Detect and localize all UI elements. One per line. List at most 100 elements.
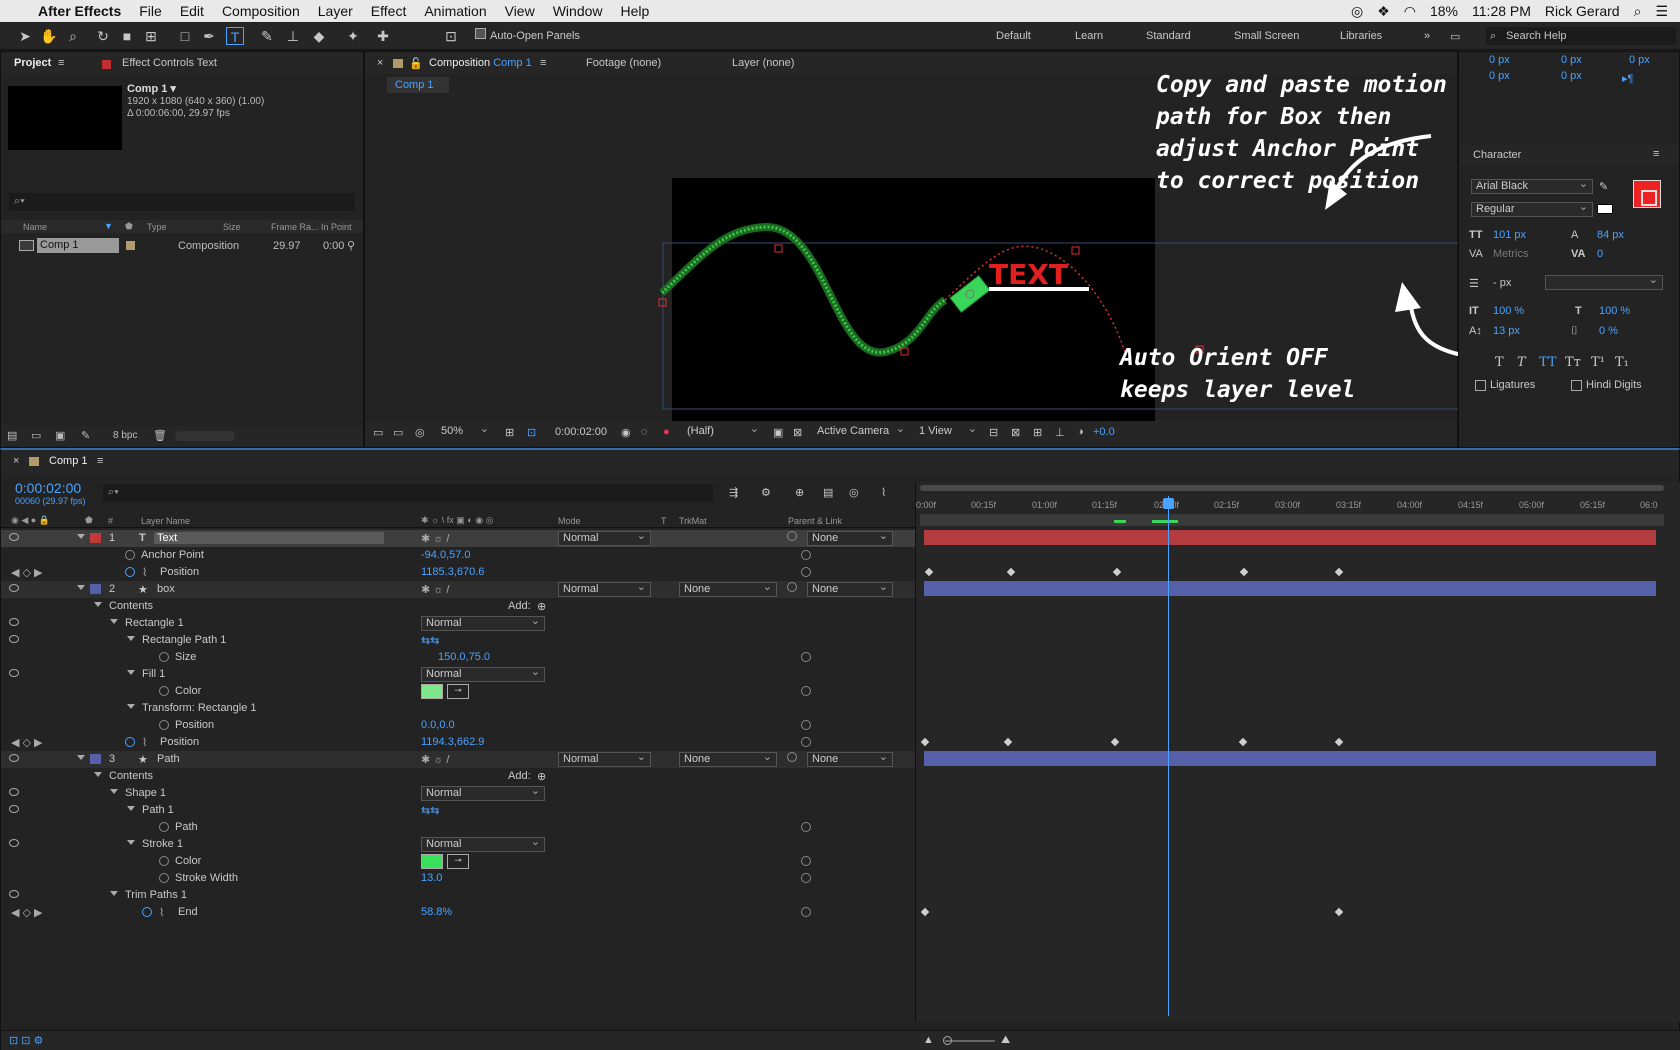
eyedropper-icon[interactable]: ⊸: [447, 854, 469, 869]
property-value[interactable]: 58.8%: [421, 906, 452, 918]
workspace-default[interactable]: Default: [996, 30, 1031, 42]
tab-effect-controls[interactable]: Effect Controls Text: [122, 57, 217, 69]
paragraph-dir-icon[interactable]: ▸¶: [1622, 72, 1633, 85]
work-area-range[interactable]: [920, 514, 1664, 526]
view-layout-select[interactable]: 1 View: [915, 423, 981, 440]
battery-label[interactable]: 18%: [1430, 3, 1458, 19]
property-row[interactable]: Path 1 ⇆⇆: [1, 802, 915, 819]
clone-stamp-tool-icon[interactable]: ⊥: [284, 27, 302, 45]
layer-name-header[interactable]: Layer Name: [141, 516, 190, 526]
fast-preview-icon[interactable]: ⊠: [1011, 426, 1020, 439]
menu-layer[interactable]: Layer: [318, 3, 353, 19]
stopwatch-icon[interactable]: [159, 873, 169, 883]
expand-icon[interactable]: [94, 602, 102, 607]
stopwatch-icon[interactable]: [142, 907, 152, 917]
col-name[interactable]: Name: [23, 222, 47, 232]
fill-mode-select[interactable]: Normal: [421, 666, 545, 682]
new-comp-icon[interactable]: ▣: [55, 429, 65, 442]
expression-pickwhip-icon[interactable]: [801, 737, 811, 747]
keyframe[interactable]: [1110, 737, 1120, 747]
auto-open-checkbox[interactable]: [475, 28, 486, 39]
property-row[interactable]: ◀ ◇ ▶ ⌇ End 58.8%: [1, 904, 915, 921]
tracking-value[interactable]: 0: [1597, 248, 1603, 260]
eraser-tool-icon[interactable]: ◆: [310, 27, 328, 45]
mode-header[interactable]: Mode: [558, 516, 581, 526]
superscript-button[interactable]: T¹: [1591, 355, 1605, 370]
stopwatch-icon[interactable]: [125, 737, 135, 747]
layer-bar-box[interactable]: [924, 581, 1656, 596]
expand-icon[interactable]: [77, 755, 85, 760]
search-icon[interactable]: ⌕: [1634, 3, 1642, 20]
property-value[interactable]: 1194.3,662.9: [421, 736, 484, 748]
visibility-icon[interactable]: [9, 805, 19, 813]
keyframe[interactable]: [920, 737, 930, 747]
num-header[interactable]: #: [108, 516, 113, 526]
visibility-icon[interactable]: [9, 584, 19, 592]
camera-select[interactable]: Active Camera: [813, 423, 909, 440]
expression-pickwhip-icon[interactable]: [801, 873, 811, 883]
default-colors-icon[interactable]: [1597, 204, 1613, 214]
thumbnail-slider[interactable]: [175, 431, 235, 441]
col-size[interactable]: Size: [223, 222, 241, 232]
timeline-search-input[interactable]: ⌕▾: [103, 484, 713, 502]
pickwhip-icon[interactable]: [787, 752, 797, 762]
graph-icon[interactable]: ⌇: [142, 736, 147, 749]
stopwatch-icon[interactable]: [159, 720, 169, 730]
zoom-out-icon[interactable]: ▲: [923, 1034, 934, 1046]
dropbox-icon[interactable]: ❖: [1377, 3, 1390, 20]
trkmat-header[interactable]: TrkMat: [679, 516, 707, 526]
keyframe[interactable]: [1239, 567, 1249, 577]
property-row[interactable]: Path: [1, 819, 915, 836]
workspace-libraries[interactable]: Libraries: [1340, 30, 1382, 42]
property-row[interactable]: Stroke Width 13.0: [1, 870, 915, 887]
graph-editor-icon[interactable]: ⌇: [881, 486, 886, 499]
keyframe[interactable]: [1334, 907, 1344, 917]
work-area-bar[interactable]: [920, 485, 1664, 491]
property-row[interactable]: Trim Paths 1: [1, 887, 915, 904]
ligatures-checkbox[interactable]: [1475, 380, 1486, 391]
comp-mini-flowchart-icon[interactable]: ⇶: [729, 486, 738, 499]
region-icon[interactable]: ⊡: [527, 426, 536, 439]
time-ruler[interactable]: 0:00f 00:15f 01:00f 01:15f 02:00f 02:15f…: [916, 494, 1678, 512]
rectangle-tool-icon[interactable]: □: [176, 27, 194, 45]
expression-pickwhip-icon[interactable]: [801, 550, 811, 560]
flowchart-view-icon[interactable]: ⊥: [1055, 426, 1065, 439]
switches-header-icon[interactable]: ✱ ☼ \ fx ▣ ◐ ◉ ◎: [421, 515, 493, 526]
current-time-indicator[interactable]: [1168, 496, 1169, 1016]
expand-icon[interactable]: [110, 619, 118, 624]
menu-edit[interactable]: Edit: [180, 3, 204, 19]
keyframe[interactable]: [920, 907, 930, 917]
app-menu[interactable]: After Effects: [38, 3, 121, 19]
expand-icon[interactable]: [77, 585, 85, 590]
stopwatch-icon[interactable]: [159, 686, 169, 696]
stopwatch-icon[interactable]: [159, 856, 169, 866]
layer-bar-text[interactable]: [924, 530, 1656, 545]
property-row[interactable]: Color ⊸: [1, 853, 915, 870]
tab-project[interactable]: Project: [14, 57, 51, 69]
property-row[interactable]: Size 150.0,75.0: [1, 649, 915, 666]
graph-icon[interactable]: ⌇: [142, 566, 147, 579]
flowchart-icon[interactable]: ⚲: [347, 239, 355, 252]
trkmat-select[interactable]: None: [679, 581, 777, 597]
col-in-point[interactable]: In Point: [321, 222, 352, 232]
draft-3d-icon[interactable]: ⚙: [761, 486, 771, 499]
keyframe[interactable]: [1006, 567, 1016, 577]
visibility-icon[interactable]: [9, 754, 19, 762]
motion-blur-icon[interactable]: ◎: [849, 486, 859, 499]
exposure-value[interactable]: +0.0: [1093, 426, 1115, 438]
property-row[interactable]: Color ⊸: [1, 683, 915, 700]
property-row[interactable]: Fill 1 Normal: [1, 666, 915, 683]
show-snapshot-icon[interactable]: ◌: [641, 426, 648, 438]
mode-select[interactable]: Normal: [558, 751, 651, 767]
timeline-icon[interactable]: ⊞: [1033, 426, 1042, 439]
visibility-icon[interactable]: [9, 788, 19, 796]
adjust-icon[interactable]: ✎: [81, 429, 90, 442]
selection-tool-icon[interactable]: ➤: [16, 27, 34, 45]
close-timeline-icon[interactable]: ×: [13, 455, 19, 467]
snapping-icon[interactable]: ⊡: [442, 27, 460, 45]
expand-icon[interactable]: [127, 704, 135, 709]
kerning-value[interactable]: Metrics: [1493, 248, 1528, 260]
project-item-row[interactable]: Comp 1 Composition 29.97 0:00 ⚲: [1, 238, 363, 254]
align-value-3[interactable]: 0 px: [1629, 54, 1650, 66]
fit-icon[interactable]: ⊞: [505, 426, 514, 439]
